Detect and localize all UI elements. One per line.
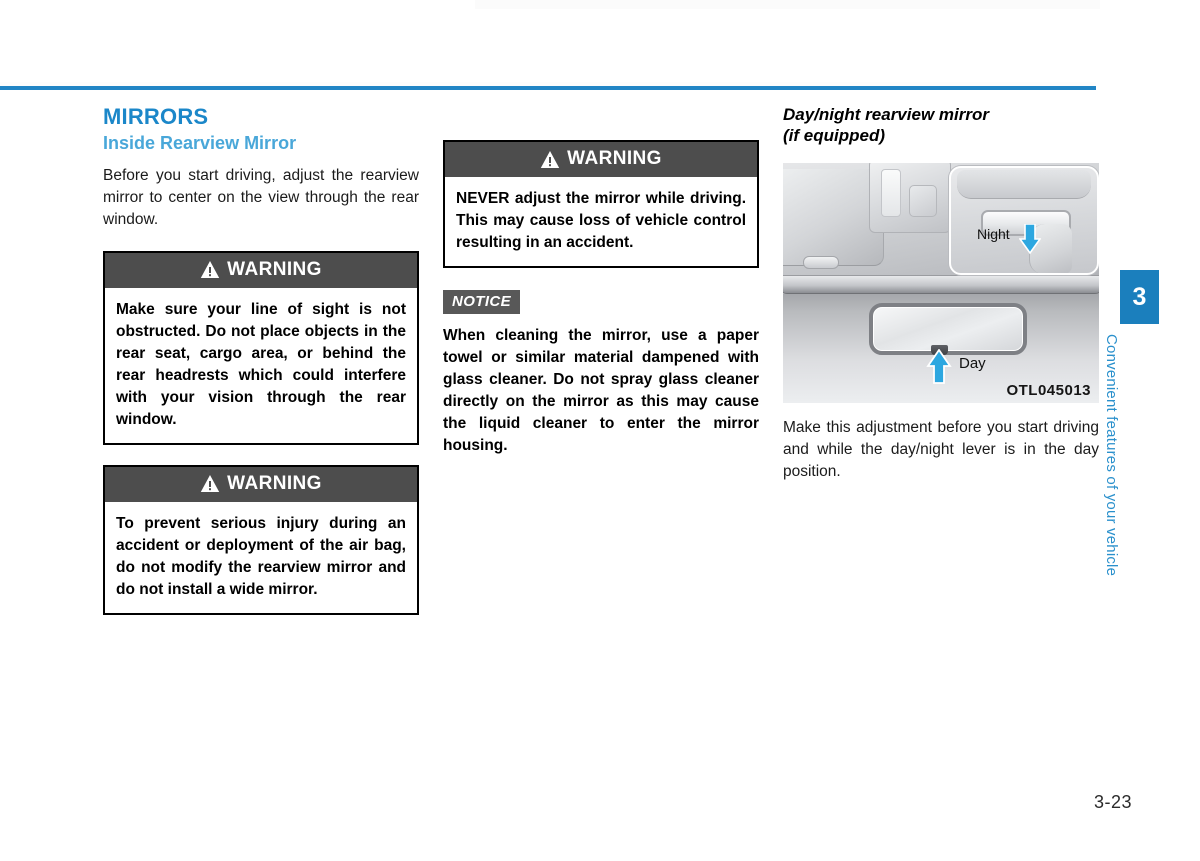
inset-headliner [957, 169, 1091, 199]
warning-box-3: WARNING NEVER adjust the mirror while dr… [443, 140, 759, 268]
notice-block: NOTICE When cleaning the mirror, use a p… [443, 290, 759, 457]
warning-box-1-header: WARNING [105, 252, 417, 288]
warning-box-3-label: WARNING [567, 148, 662, 169]
warning-box-3-header: WARNING [445, 142, 757, 177]
warning-box-3-body: NEVER adjust the mirror while driving. T… [456, 190, 746, 251]
night-label: Night [977, 225, 1010, 242]
warning-box-1-label: WARNING [227, 258, 322, 280]
arrow-down-icon [1018, 222, 1042, 254]
intro-paragraph: Before you start driving, adjust the rea… [103, 166, 419, 228]
day-night-heading-line2: (if equipped) [783, 126, 885, 146]
day-night-heading: Day/night rearview mirror (if equipped) [783, 104, 1099, 147]
roof-grab-handle [803, 255, 839, 269]
column-middle: WARNING NEVER adjust the mirror while dr… [443, 104, 759, 457]
page-top-band [475, 0, 1100, 9]
figure-code: OTL045013 [1006, 381, 1091, 399]
rearview-mirror-body [869, 302, 1027, 355]
day-night-mirror-illustration: Night Day OTL045013 [783, 162, 1099, 403]
map-lamp [881, 168, 901, 217]
arrow-up-icon [926, 347, 952, 385]
notice-label: NOTICE [443, 290, 521, 314]
column-left: MIRRORS Inside Rearview Mirror Before yo… [103, 104, 419, 615]
day-night-heading-line1: Day/night rearview mirror [783, 105, 989, 124]
notice-body: When cleaning the mirror, use a paper to… [443, 327, 759, 454]
manual-page: MIRRORS Inside Rearview Mirror Before yo… [0, 0, 1200, 861]
console-switch [909, 184, 937, 217]
chapter-tab-number: 3 [1120, 270, 1159, 324]
page-top-rule [0, 86, 1096, 90]
subsection-title: Inside Rearview Mirror [103, 133, 297, 154]
column-right: Day/night rearview mirror (if equipped) … [783, 104, 1099, 498]
warning-box-1: WARNING Make sure your line of sight is … [103, 250, 419, 445]
warning-triangle-icon [540, 150, 560, 169]
warning-box-1-body: Make sure your line of sight is not obst… [116, 300, 406, 428]
illustration-caption: Make this adjustment before you start dr… [783, 418, 1099, 480]
warning-box-2-label: WARNING [227, 472, 322, 494]
night-position-inset: Night [949, 165, 1099, 275]
chapter-tab-title: Convenient features of your vehicle [1103, 334, 1120, 577]
warning-box-2-body: To prevent serious injury during an acci… [116, 514, 406, 598]
windshield-header [783, 274, 1099, 294]
warning-triangle-icon [200, 474, 220, 493]
warning-box-2: WARNING To prevent serious injury during… [103, 464, 419, 615]
page-number: 3-23 [1093, 792, 1132, 812]
warning-triangle-icon [200, 260, 220, 279]
page-title: MIRRORS [103, 104, 209, 129]
warning-box-2-header: WARNING [105, 466, 417, 502]
day-label: Day [959, 354, 986, 372]
